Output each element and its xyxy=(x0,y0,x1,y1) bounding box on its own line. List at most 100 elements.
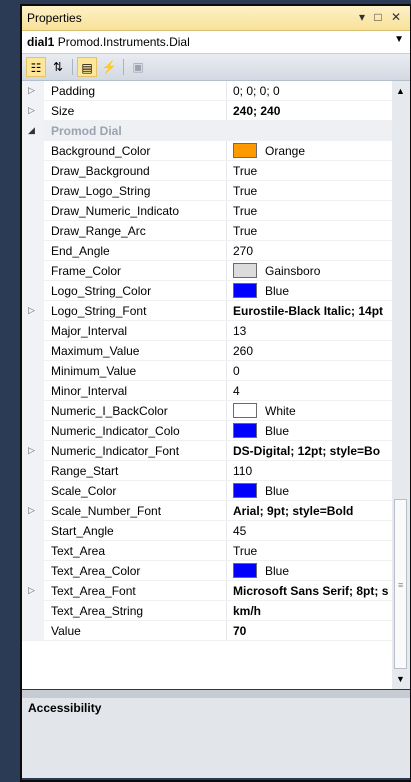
property-row[interactable]: Value 70 xyxy=(22,621,392,641)
property-value[interactable]: 13 xyxy=(233,324,392,338)
expand-arrow-icon[interactable]: ▷ xyxy=(28,85,35,96)
row-gutter xyxy=(22,141,44,161)
property-value[interactable]: 240; 240 xyxy=(233,104,392,118)
property-row[interactable]: ▷ Scale_Number_Font Arial; 9pt; style=Bold xyxy=(22,501,392,521)
expand-arrow-icon[interactable]: ▷ xyxy=(28,585,35,596)
row-gutter xyxy=(22,561,44,581)
property-row[interactable]: Draw_Range_Arc True xyxy=(22,221,392,241)
property-row[interactable]: Text_Area_String km/h xyxy=(22,601,392,621)
scroll-thumb[interactable]: ≡ xyxy=(394,499,407,669)
window-title: Properties xyxy=(27,11,82,25)
row-gutter xyxy=(22,621,44,641)
property-row[interactable]: Major_Interval 13 xyxy=(22,321,392,341)
property-row[interactable]: Range_Start 110 xyxy=(22,461,392,481)
property-value[interactable]: Blue xyxy=(265,284,289,298)
properties-icon[interactable]: ▤ xyxy=(77,57,97,77)
property-row[interactable]: Logo_String_Color Blue xyxy=(22,281,392,301)
property-value[interactable]: True xyxy=(233,184,392,198)
events-icon[interactable]: ⚡ xyxy=(99,57,119,77)
collapse-arrow-icon[interactable]: ◢ xyxy=(28,125,35,136)
property-row[interactable]: Text_Area True xyxy=(22,541,392,561)
property-row[interactable]: Start_Angle 45 xyxy=(22,521,392,541)
column-separator xyxy=(226,221,227,241)
property-value[interactable]: Blue xyxy=(265,564,289,578)
property-name: Text_Area xyxy=(51,544,106,558)
property-value[interactable]: 0; 0; 0; 0 xyxy=(233,84,392,98)
categorized-icon[interactable]: ☷ xyxy=(26,57,46,77)
property-row[interactable]: ▷ Padding 0; 0; 0; 0 xyxy=(22,81,392,101)
expand-arrow-icon[interactable]: ▷ xyxy=(28,445,35,456)
expand-arrow-icon[interactable]: ▷ xyxy=(28,305,35,316)
property-row[interactable]: ▷ Numeric_Indicator_Font DS-Digital; 12pt;… xyxy=(22,441,392,461)
vertical-scrollbar[interactable]: ▲ ≡ ▼ xyxy=(392,81,410,689)
column-separator xyxy=(226,621,227,641)
property-row[interactable]: Background_Color Orange xyxy=(22,141,392,161)
property-row[interactable]: End_Angle 270 xyxy=(22,241,392,261)
property-row[interactable]: Draw_Background True xyxy=(22,161,392,181)
property-row[interactable]: Maximum_Value 260 xyxy=(22,341,392,361)
property-value[interactable]: Microsoft Sans Serif; 8pt; s xyxy=(233,584,392,598)
property-name: Range_Start xyxy=(51,464,119,478)
property-row[interactable]: Draw_Numeric_Indicato True xyxy=(22,201,392,221)
category-row[interactable]: ◢ Promod Dial xyxy=(22,121,392,141)
panel-splitter[interactable] xyxy=(22,690,410,698)
scroll-down-icon[interactable]: ▼ xyxy=(396,674,405,684)
properties-window: Properties ▾ □ ✕ dial1 Promod.Instrument… xyxy=(20,4,411,782)
expand-arrow-icon[interactable]: ▷ xyxy=(28,105,35,116)
property-value[interactable]: Blue xyxy=(265,424,289,438)
property-name: Draw_Logo_String xyxy=(51,184,151,198)
object-selector[interactable]: dial1 Promod.Instruments.Dial ▼ xyxy=(22,31,410,54)
property-row[interactable]: ▷ Logo_String_Font Eurostile-Black Italic;… xyxy=(22,301,392,321)
property-value[interactable]: 70 xyxy=(233,624,392,638)
property-name: Numeric_Indicator_Colo xyxy=(51,424,180,438)
property-value[interactable]: Orange xyxy=(265,144,305,158)
object-selector-text: dial1 Promod.Instruments.Dial xyxy=(27,35,190,49)
property-value[interactable]: Arial; 9pt; style=Bold xyxy=(233,504,392,518)
column-separator xyxy=(226,501,227,521)
property-row[interactable]: Draw_Logo_String True xyxy=(22,181,392,201)
property-row[interactable]: Scale_Color Blue xyxy=(22,481,392,501)
color-swatch xyxy=(233,563,257,578)
property-row[interactable]: Numeric_Indicator_Colo Blue xyxy=(22,421,392,441)
property-value[interactable]: Gainsboro xyxy=(265,264,320,278)
property-value[interactable]: True xyxy=(233,204,392,218)
property-value[interactable]: DS-Digital; 12pt; style=Bo xyxy=(233,444,392,458)
property-row[interactable]: Minimum_Value 0 xyxy=(22,361,392,381)
property-row[interactable]: Numeric_I_BackColor White xyxy=(22,401,392,421)
property-value[interactable]: 0 xyxy=(233,364,392,378)
property-value[interactable]: 45 xyxy=(233,524,392,538)
property-value[interactable]: km/h xyxy=(233,604,392,618)
property-value[interactable]: White xyxy=(265,404,296,418)
property-row[interactable]: ▷ Size 240; 240 xyxy=(22,101,392,121)
scroll-up-icon[interactable]: ▲ xyxy=(396,86,405,96)
column-separator xyxy=(226,101,227,121)
scroll-grip-icon: ≡ xyxy=(398,580,404,590)
property-row[interactable]: Text_Area_Color Blue xyxy=(22,561,392,581)
property-value[interactable]: 4 xyxy=(233,384,392,398)
property-name: Start_Angle xyxy=(51,524,114,538)
property-name: Logo_String_Color xyxy=(51,284,152,298)
property-value[interactable]: True xyxy=(233,164,392,178)
alphabetical-icon[interactable]: ⇅ xyxy=(48,57,68,77)
property-value[interactable]: True xyxy=(233,544,392,558)
property-row[interactable]: Minor_Interval 4 xyxy=(22,381,392,401)
window-buttons[interactable]: ▾ □ ✕ xyxy=(359,10,404,24)
property-row[interactable]: Frame_Color Gainsboro xyxy=(22,261,392,281)
property-value[interactable]: Blue xyxy=(265,484,289,498)
property-pages-icon[interactable]: ▣ xyxy=(128,57,148,77)
dropdown-arrow-icon[interactable]: ▼ xyxy=(394,34,404,45)
property-name: End_Angle xyxy=(51,244,110,258)
column-separator xyxy=(226,361,227,381)
property-value[interactable]: True xyxy=(233,224,392,238)
property-value[interactable]: 270 xyxy=(233,244,392,258)
property-value[interactable]: 110 xyxy=(233,464,392,478)
property-row[interactable]: ▷ Text_Area_Font Microsoft Sans Serif; 8pt… xyxy=(22,581,392,601)
color-swatch xyxy=(233,143,257,158)
object-name: dial1 xyxy=(27,35,55,49)
expand-arrow-icon[interactable]: ▷ xyxy=(28,505,35,516)
property-value[interactable]: 260 xyxy=(233,344,392,358)
row-gutter xyxy=(22,481,44,501)
property-value[interactable]: Eurostile-Black Italic; 14pt xyxy=(233,304,392,318)
row-gutter xyxy=(22,281,44,301)
row-gutter xyxy=(22,541,44,561)
